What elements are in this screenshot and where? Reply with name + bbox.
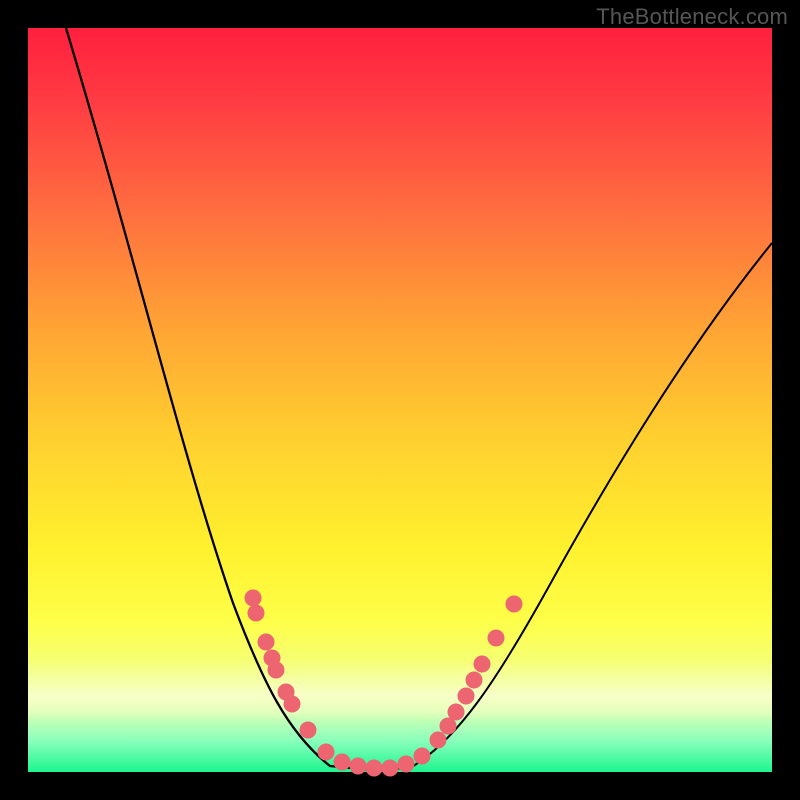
plot-area bbox=[28, 28, 772, 772]
scatter-markers bbox=[245, 590, 522, 776]
curve-right bbox=[372, 243, 772, 770]
curve-layer bbox=[28, 28, 772, 772]
watermark-text: TheBottleneck.com bbox=[596, 4, 788, 30]
chart-container: TheBottleneck.com bbox=[0, 0, 800, 800]
curve-left bbox=[66, 28, 372, 770]
